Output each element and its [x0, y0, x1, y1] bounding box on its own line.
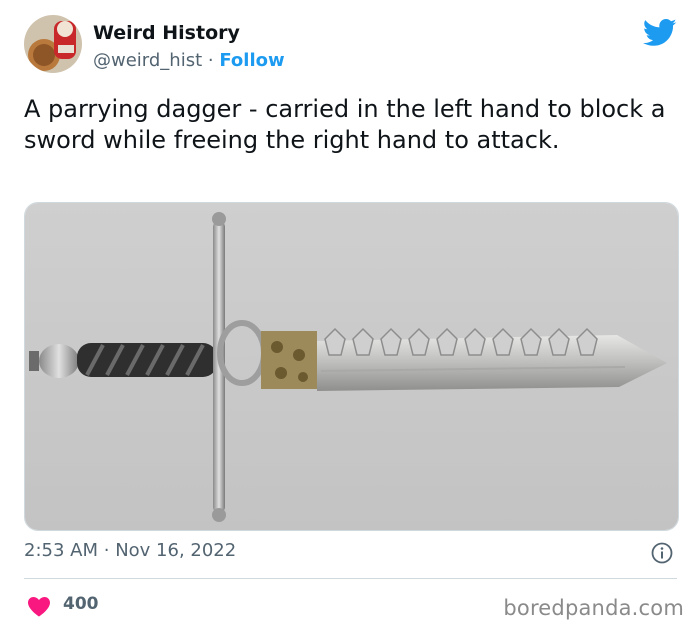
dagger-photo	[25, 203, 678, 530]
author-handle-row: @weird_hist · Follow	[93, 50, 285, 71]
author-name[interactable]: Weird History	[93, 22, 240, 44]
author-handle[interactable]: @weird_hist	[93, 50, 202, 71]
divider	[24, 578, 677, 579]
tweet-text: A parrying dagger - carried in the left …	[24, 95, 666, 154]
like-count[interactable]: 400	[63, 594, 99, 614]
heart-icon[interactable]	[27, 596, 51, 617]
info-icon[interactable]	[651, 542, 673, 564]
twitter-bird-icon[interactable]	[643, 18, 677, 48]
tweet-date: Nov 16, 2022	[115, 540, 237, 561]
avatar-illustration	[24, 15, 82, 73]
tweet-time: 2:53 AM	[24, 540, 98, 561]
separator-dot: ·	[207, 50, 214, 71]
avatar[interactable]	[24, 15, 82, 73]
tweet-timestamp[interactable]: 2:53 AM · Nov 16, 2022	[24, 540, 236, 561]
meta-separator: ·	[103, 540, 110, 561]
watermark: boredpanda.com	[503, 596, 684, 620]
follow-button[interactable]: Follow	[219, 50, 284, 71]
tweet-media[interactable]	[24, 202, 679, 531]
